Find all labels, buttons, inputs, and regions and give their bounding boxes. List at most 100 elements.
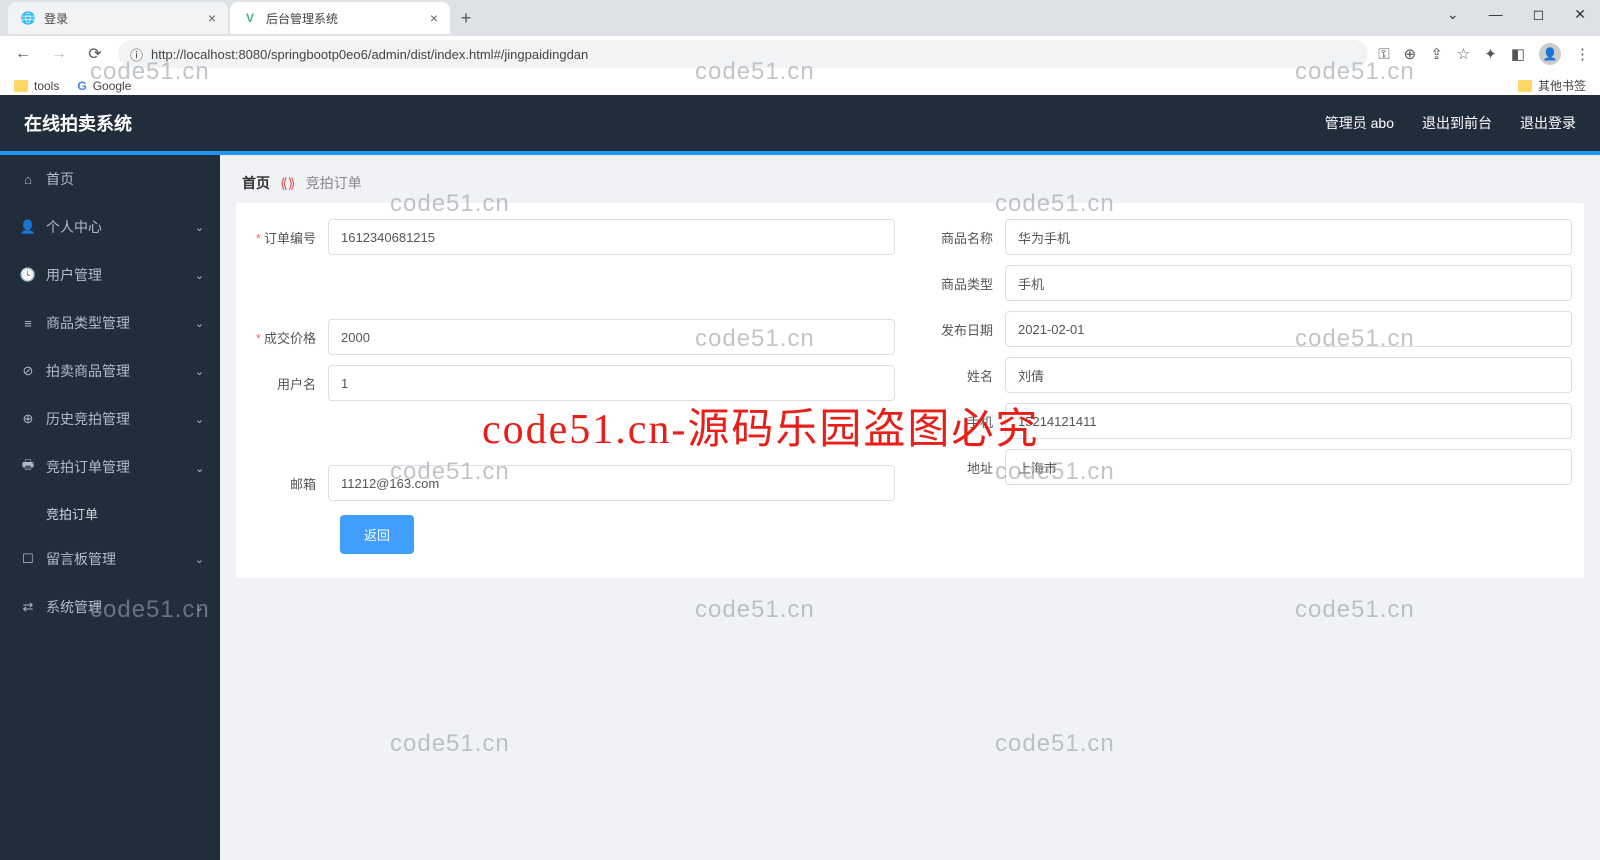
tab-strip: 🌐 登录 × V 后台管理系统 × + bbox=[0, 0, 1600, 36]
app-title: 在线拍卖系统 bbox=[24, 110, 132, 136]
swap-icon: ⇄ bbox=[20, 599, 36, 615]
field-publish-date: 发布日期 bbox=[925, 309, 1572, 349]
plus-circle-icon: ⊕ bbox=[20, 411, 36, 427]
browser-tab-1[interactable]: 🌐 登录 × bbox=[8, 2, 228, 34]
exit-front-link[interactable]: 退出到前台 bbox=[1422, 113, 1492, 133]
menu-icon[interactable]: ⋮ bbox=[1575, 45, 1590, 63]
chevron-down-icon: ⌄ bbox=[195, 317, 204, 330]
order-no-input[interactable] bbox=[328, 219, 895, 255]
clock-icon: 🕓 bbox=[20, 267, 36, 283]
chevron-down-icon: ⌄ bbox=[195, 413, 204, 426]
deal-price-input[interactable] bbox=[328, 319, 895, 355]
product-name-input[interactable] bbox=[1005, 219, 1572, 255]
chevron-down-icon: ⌄ bbox=[195, 601, 204, 614]
close-icon[interactable]: × bbox=[430, 10, 438, 26]
bookmark-icon[interactable]: ☆ bbox=[1457, 45, 1470, 63]
field-product-type: 商品类型 bbox=[925, 263, 1572, 303]
profile-icon[interactable]: 👤 bbox=[1539, 43, 1561, 65]
chevron-down-icon: ⌄ bbox=[195, 269, 204, 282]
field-email: 邮箱 bbox=[248, 463, 895, 503]
home-icon: ⌂ bbox=[20, 172, 36, 187]
close-icon[interactable]: × bbox=[208, 10, 216, 26]
address-toolbar: ← → ⟳ ⓘ http://localhost:8080/springboot… bbox=[0, 36, 1600, 72]
sidebar-item-system[interactable]: ⇄系统管理⌄ bbox=[0, 583, 220, 631]
sidebar: ⌂首页 👤个人中心⌄ 🕓用户管理⌄ ≡商品类型管理⌄ ⊘拍卖商品管理⌄ ⊕历史竞… bbox=[0, 155, 220, 860]
email-input[interactable] bbox=[328, 465, 895, 501]
browser-chrome: 🌐 登录 × V 后台管理系统 × + ⌄ — ◻ ✕ ← → ⟳ ⓘ http… bbox=[0, 0, 1600, 95]
sidebar-item-users[interactable]: 🕓用户管理⌄ bbox=[0, 251, 220, 299]
field-realname: 姓名 bbox=[925, 355, 1572, 395]
tab-title: 后台管理系统 bbox=[266, 10, 422, 27]
toolbar-icons: ⚿ ⊕ ⇪ ☆ ✦ ◧ 👤 ⋮ bbox=[1378, 43, 1590, 65]
close-icon[interactable]: ✕ bbox=[1568, 4, 1592, 25]
folder-icon bbox=[1518, 80, 1532, 92]
publish-date-input[interactable] bbox=[1005, 311, 1572, 347]
realname-input[interactable] bbox=[1005, 357, 1572, 393]
address-input[interactable] bbox=[1005, 449, 1572, 485]
key-icon[interactable]: ⚿ bbox=[1378, 46, 1389, 63]
new-tab-button[interactable]: + bbox=[452, 4, 480, 32]
app-body: ⌂首页 👤个人中心⌄ 🕓用户管理⌄ ≡商品类型管理⌄ ⊘拍卖商品管理⌄ ⊕历史竞… bbox=[0, 155, 1600, 860]
breadcrumb: 首页 ⟪⟫ 竞拍订单 bbox=[236, 167, 1584, 203]
back-button[interactable]: ← bbox=[10, 41, 36, 67]
app-root: 在线拍卖系统 管理员 abo 退出到前台 退出登录 ⌂首页 👤个人中心⌄ 🕓用户… bbox=[0, 95, 1600, 860]
sidebar-item-bid-order[interactable]: 🖶竞拍订单管理⌃ bbox=[0, 443, 220, 491]
window-controls: ⌄ — ◻ ✕ bbox=[1441, 4, 1592, 25]
sidebar-subitem-bid-order[interactable]: 竞拍订单 bbox=[0, 491, 220, 535]
forward-button[interactable]: → bbox=[46, 41, 72, 67]
chevron-down-icon[interactable]: ⌄ bbox=[1441, 4, 1465, 25]
zoom-icon[interactable]: ⊕ bbox=[1404, 45, 1417, 63]
minimize-icon[interactable]: — bbox=[1483, 4, 1509, 25]
phone-input[interactable] bbox=[1005, 403, 1572, 439]
username-input[interactable] bbox=[328, 365, 895, 401]
list-icon: ≡ bbox=[20, 316, 36, 331]
form-grid: *订单编号 *成交价格 用户名 bbox=[248, 211, 1572, 554]
bookmark-google[interactable]: GGoogle bbox=[77, 79, 131, 93]
circle-slash-icon: ⊘ bbox=[20, 363, 36, 379]
bookmark-other[interactable]: 其他书签 bbox=[1518, 77, 1586, 94]
sidebar-item-product-type[interactable]: ≡商品类型管理⌄ bbox=[0, 299, 220, 347]
share-icon[interactable]: ⇪ bbox=[1430, 45, 1443, 63]
sidebar-item-auction-product[interactable]: ⊘拍卖商品管理⌄ bbox=[0, 347, 220, 395]
breadcrumb-home[interactable]: 首页 bbox=[242, 173, 270, 193]
field-phone: 手机 bbox=[925, 401, 1572, 441]
chevron-down-icon: ⌄ bbox=[195, 221, 204, 234]
reload-button[interactable]: ⟳ bbox=[82, 41, 108, 67]
field-deal-price: *成交价格 bbox=[248, 317, 895, 357]
sidebar-item-history[interactable]: ⊕历史竞拍管理⌄ bbox=[0, 395, 220, 443]
field-order-no: *订单编号 bbox=[248, 217, 895, 257]
field-product-name: 商品名称 bbox=[925, 217, 1572, 257]
globe-icon: 🌐 bbox=[20, 10, 36, 26]
app-header: 在线拍卖系统 管理员 abo 退出到前台 退出登录 bbox=[0, 95, 1600, 155]
maximize-icon[interactable]: ◻ bbox=[1527, 4, 1551, 25]
breadcrumb-current: 竞拍订单 bbox=[306, 173, 362, 193]
content-area: 首页 ⟪⟫ 竞拍订单 *订单编号 *成交价格 bbox=[220, 155, 1600, 860]
panel-icon[interactable]: ◧ bbox=[1511, 45, 1525, 63]
current-user-link[interactable]: 管理员 abo bbox=[1325, 113, 1394, 133]
address-bar[interactable]: ⓘ http://localhost:8080/springbootp0eo6/… bbox=[118, 40, 1368, 68]
url-text: http://localhost:8080/springbootp0eo6/ad… bbox=[151, 47, 1356, 62]
sidebar-item-message[interactable]: ☐留言板管理⌄ bbox=[0, 535, 220, 583]
user-icon: 👤 bbox=[20, 219, 36, 235]
chevron-down-icon: ⌄ bbox=[195, 553, 204, 566]
detail-panel: *订单编号 *成交价格 用户名 bbox=[236, 203, 1584, 578]
breadcrumb-icon: ⟪⟫ bbox=[280, 175, 296, 192]
product-type-input[interactable] bbox=[1005, 265, 1572, 301]
field-address: 地址 bbox=[925, 447, 1572, 487]
bookmark-tools[interactable]: tools bbox=[14, 79, 59, 93]
folder-icon bbox=[14, 80, 28, 92]
sidebar-item-home[interactable]: ⌂首页 bbox=[0, 155, 220, 203]
extensions-icon[interactable]: ✦ bbox=[1484, 45, 1497, 63]
square-icon: ☐ bbox=[20, 551, 36, 567]
print-icon: 🖶 bbox=[20, 456, 36, 478]
logout-link[interactable]: 退出登录 bbox=[1520, 113, 1576, 133]
sidebar-item-profile[interactable]: 👤个人中心⌄ bbox=[0, 203, 220, 251]
vue-icon: V bbox=[242, 10, 258, 26]
browser-tab-2[interactable]: V 后台管理系统 × bbox=[230, 2, 450, 34]
tab-title: 登录 bbox=[44, 10, 200, 27]
header-right: 管理员 abo 退出到前台 退出登录 bbox=[1325, 113, 1576, 133]
info-icon: ⓘ bbox=[130, 45, 143, 64]
back-button[interactable]: 返回 bbox=[340, 515, 414, 554]
field-username: 用户名 bbox=[248, 363, 895, 403]
google-icon: G bbox=[77, 79, 86, 93]
